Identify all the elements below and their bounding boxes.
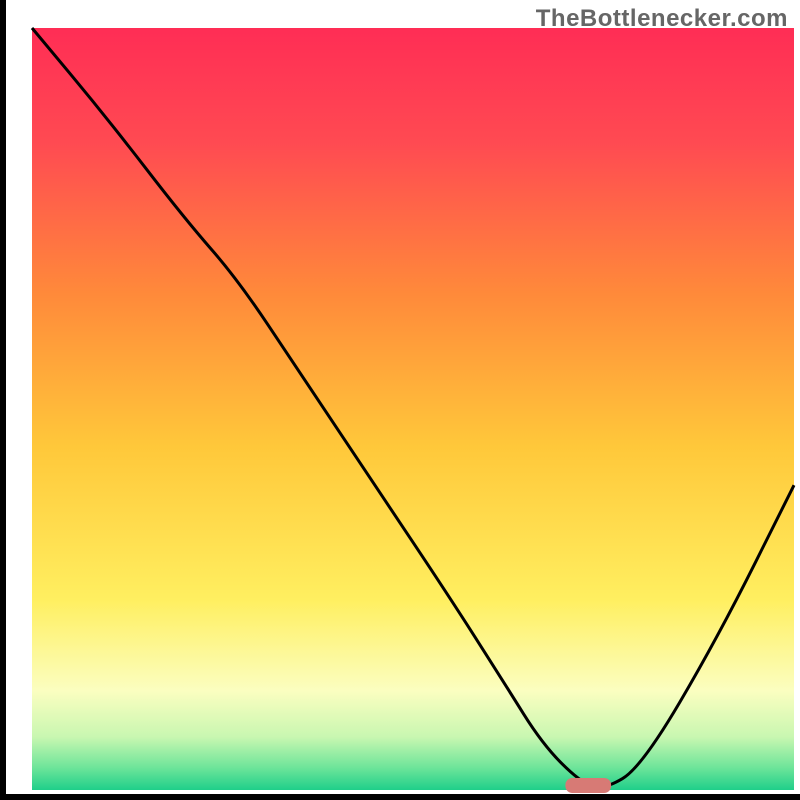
chart-svg	[0, 0, 800, 800]
optimal-marker	[565, 778, 611, 793]
watermark-text: TheBottlenecker.com	[536, 5, 788, 33]
plot-background	[32, 28, 794, 790]
chart-container: TheBottlenecker.com	[0, 0, 800, 800]
